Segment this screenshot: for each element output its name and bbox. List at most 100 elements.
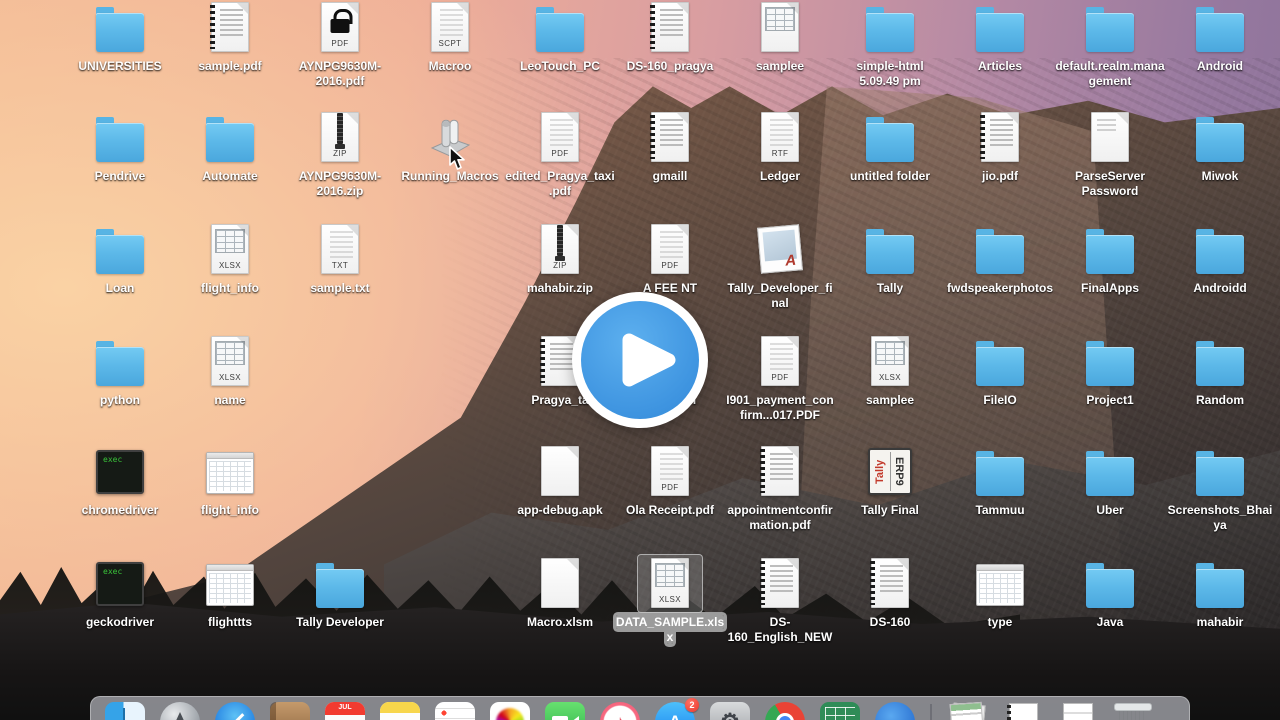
desktop-icon-aynpg9630m-2016-pdf[interactable]: PDF AYNPG9630M-2016.pdf bbox=[285, 2, 395, 89]
dock-blue-app-icon[interactable] bbox=[875, 702, 915, 720]
dock-facetime-icon[interactable] bbox=[545, 702, 585, 720]
desktop-icon-pendrive[interactable]: Pendrive bbox=[65, 112, 175, 184]
icon-label: fwdspeakerphotos bbox=[946, 281, 1054, 295]
icon-label: FinalApps bbox=[1080, 281, 1139, 295]
desktop-icon-gmaill[interactable]: gmaill bbox=[615, 112, 725, 184]
doc-xlsx-icon: XLSX bbox=[175, 336, 285, 388]
dock-chrome-icon[interactable] bbox=[765, 702, 805, 720]
dock-reminders-icon[interactable] bbox=[435, 702, 475, 720]
icon-label: app-debug.apk bbox=[517, 503, 603, 517]
dock-plain-document-icon[interactable] bbox=[1057, 702, 1097, 720]
desktop-icon-appointmentconfirmation-pdf[interactable]: appointmentconfirmation.pdf bbox=[725, 446, 835, 533]
folder-icon bbox=[945, 224, 1055, 276]
desktop-icon-tally-developer-final[interactable]: A Tally_Developer_final bbox=[725, 224, 835, 311]
desktop-icon-screenshots-bhaiya[interactable]: Screenshots_Bhaiya bbox=[1165, 446, 1275, 533]
desktop-icon-miwok[interactable]: Miwok bbox=[1165, 112, 1275, 184]
icon-label: Miwok bbox=[1201, 169, 1239, 183]
desktop-icon-sample-txt[interactable]: TXT sample.txt bbox=[285, 224, 395, 296]
desktop-icon-samplee[interactable]: samplee bbox=[725, 2, 835, 74]
dock: JUL ♪ A2 ⚙ bbox=[90, 696, 1190, 720]
desktop-icon-jio-pdf[interactable]: jio.pdf bbox=[945, 112, 1055, 184]
desktop-icon-macroo[interactable]: SCPT Macroo bbox=[395, 2, 505, 74]
icon-label: flight_info bbox=[201, 281, 259, 295]
dock-itunes-icon[interactable]: ♪ bbox=[600, 702, 640, 720]
folder-icon bbox=[175, 112, 285, 164]
dock-safari-icon[interactable] bbox=[215, 702, 255, 720]
doc-blank-icon bbox=[505, 558, 615, 610]
play-button[interactable] bbox=[572, 292, 708, 428]
desktop-icon-tammuu[interactable]: Tammuu bbox=[945, 446, 1055, 518]
desktop-icon-samplee[interactable]: XLSX samplee bbox=[835, 336, 945, 408]
dock-trash-icon[interactable] bbox=[1112, 702, 1152, 720]
doc-pdf-icon: TXT bbox=[285, 224, 395, 276]
desktop-icon-loan[interactable]: Loan bbox=[65, 224, 175, 296]
dock-launchpad-icon[interactable] bbox=[160, 702, 200, 720]
desktop-icon-articles[interactable]: Articles bbox=[945, 2, 1055, 74]
desktop-icon-simple-html-5-09-49-pm[interactable]: simple-html 5.09.49 pm bbox=[835, 2, 945, 89]
folder-icon bbox=[1055, 336, 1165, 388]
desktop-icon-sample-pdf[interactable]: sample.pdf bbox=[175, 2, 285, 74]
desktop-icon-default-realm-management[interactable]: default.realm.management bbox=[1055, 2, 1165, 89]
desktop-icon-tally[interactable]: Tally bbox=[835, 224, 945, 296]
desktop-icon-i901-payment-confirm-017-pdf[interactable]: PDF I901_payment_confirm...017.PDF bbox=[725, 336, 835, 423]
desktop-icon-androidd[interactable]: Androidd bbox=[1165, 224, 1275, 296]
doc-xlsx-icon: XLSX bbox=[175, 224, 285, 276]
desktop-icon-untitled-folder[interactable]: untitled folder bbox=[835, 112, 945, 184]
dock-photos-icon[interactable] bbox=[490, 702, 530, 720]
desktop-icon-aynpg9630m-2016-zip[interactable]: ZIP AYNPG9630M-2016.zip bbox=[285, 112, 395, 199]
desktop-icon-tally-final[interactable]: Tally ERP9 Tally Final bbox=[835, 446, 945, 518]
desktop-icon-ds-160-pragya[interactable]: DS-160_pragya bbox=[615, 2, 725, 74]
desktop-icon-data-sample-xlsx[interactable]: XLSX DATA_SAMPLE.xlsx bbox=[615, 558, 725, 645]
desktop-icon-uber[interactable]: Uber bbox=[1055, 446, 1165, 518]
folder-icon bbox=[1165, 558, 1275, 610]
desktop-icon-android[interactable]: Android bbox=[1165, 2, 1275, 74]
desktop-icon-tally-developer[interactable]: Tally Developer bbox=[285, 558, 395, 630]
desktop-icon-geckodriver[interactable]: exec geckodriver bbox=[65, 558, 175, 630]
desktop-icon-parseserver-password[interactable]: ParseServer Password bbox=[1055, 112, 1165, 199]
dock-spiral-document-icon[interactable] bbox=[1002, 702, 1042, 720]
desktop-icon-ola-receipt-pdf[interactable]: PDF Ola Receipt.pdf bbox=[615, 446, 725, 518]
desktop-icon-random[interactable]: Random bbox=[1165, 336, 1275, 408]
dock-contacts-icon[interactable] bbox=[270, 702, 310, 720]
desktop-icon-flighttts[interactable]: flighttts bbox=[175, 558, 285, 630]
desktop-icon-automate[interactable]: Automate bbox=[175, 112, 285, 184]
icon-label: Macroo bbox=[428, 59, 472, 73]
desktop-icon-leotouch-pc[interactable]: LeoTouch_PC bbox=[505, 2, 615, 74]
dock-notes-icon[interactable] bbox=[380, 702, 420, 720]
desktop-icon-mahabir-zip[interactable]: ZIP mahabir.zip bbox=[505, 224, 615, 296]
dock-excel-icon[interactable] bbox=[820, 702, 860, 720]
desktop-icon-fileio[interactable]: FileIO bbox=[945, 336, 1055, 408]
icon-label: edited_Pragya_taxi.pdf bbox=[505, 169, 615, 198]
doc-spiral-icon bbox=[725, 558, 835, 610]
desktop-icon-ds-160[interactable]: DS-160 bbox=[835, 558, 945, 630]
desktop-icon-python[interactable]: python bbox=[65, 336, 175, 408]
desktop-icon-project1[interactable]: Project1 bbox=[1055, 336, 1165, 408]
doc-spiral-icon bbox=[835, 558, 945, 610]
icon-label: samplee bbox=[755, 59, 805, 73]
desktop-icon-macro-xlsm[interactable]: Macro.xlsm bbox=[505, 558, 615, 630]
desktop-icon-flight-info[interactable]: XLSX flight_info bbox=[175, 224, 285, 296]
desktop-icon-fwdspeakerphotos[interactable]: fwdspeakerphotos bbox=[945, 224, 1055, 296]
desktop-icon-flight-info[interactable]: flight_info bbox=[175, 446, 285, 518]
desktop-icon-name[interactable]: XLSX name bbox=[175, 336, 285, 408]
desktop-icon-type[interactable]: type bbox=[945, 558, 1055, 630]
dock-finder-icon[interactable] bbox=[105, 702, 145, 720]
dock-system-preferences-icon[interactable]: ⚙ bbox=[710, 702, 750, 720]
doc-pdf-icon: PDF bbox=[505, 112, 615, 164]
play-icon bbox=[622, 333, 676, 387]
desktop-icon-edited-pragya-taxi-pdf[interactable]: PDF edited_Pragya_taxi.pdf bbox=[505, 112, 615, 199]
dock-documents-stack-icon[interactable] bbox=[947, 702, 987, 720]
desktop-icon-java[interactable]: Java bbox=[1055, 558, 1165, 630]
desktop-icon-ledger[interactable]: RTF Ledger bbox=[725, 112, 835, 184]
desktop-icon-mahabir[interactable]: mahabir bbox=[1165, 558, 1275, 630]
desktop-icon-universities[interactable]: UNIVERSITIES bbox=[65, 2, 175, 74]
dock-calendar-icon[interactable]: JUL bbox=[325, 702, 365, 720]
doc-blank-icon bbox=[505, 446, 615, 498]
desktop-icon-ds-160-english-new[interactable]: DS-160_English_NEW bbox=[725, 558, 835, 645]
icon-label: UNIVERSITIES bbox=[78, 59, 162, 73]
desktop-icon-finalapps[interactable]: FinalApps bbox=[1055, 224, 1165, 296]
desktop-icon-chromedriver[interactable]: exec chromedriver bbox=[65, 446, 175, 518]
desktop-icon-a-fee-nt[interactable]: PDF A FEE NT bbox=[615, 224, 725, 296]
desktop-icon-app-debug-apk[interactable]: app-debug.apk bbox=[505, 446, 615, 518]
dock-app-store-icon[interactable]: A2 bbox=[655, 698, 699, 720]
